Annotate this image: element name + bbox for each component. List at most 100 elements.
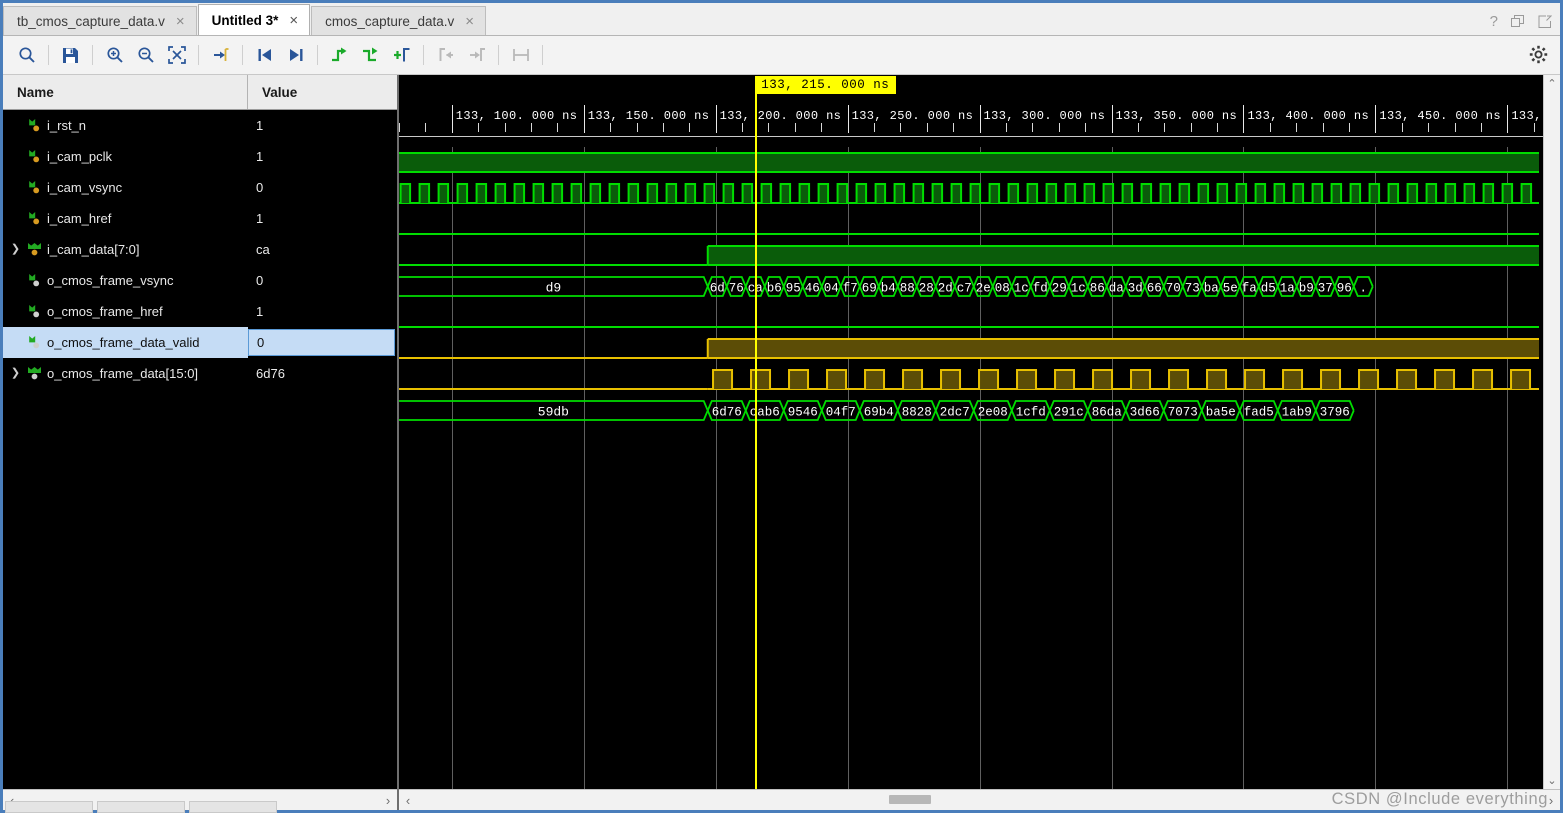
waveform-row-i_cam_data[interactable]: d96d76cab6954604f769b488282dc72e081cfd29… [399, 271, 1543, 302]
waveform-canvas[interactable]: d96d76cab6954604f769b488282dc72e081cfd29… [399, 147, 1543, 789]
add-divider-icon[interactable] [386, 40, 417, 70]
column-header-name[interactable]: Name [3, 75, 248, 109]
svg-text:46: 46 [805, 282, 820, 296]
save-icon[interactable] [55, 40, 86, 70]
waveform-row-i_cam_pclk[interactable] [399, 178, 1543, 209]
signal-type-icon [27, 335, 42, 351]
wave-scroll-right-arrow[interactable]: › [1542, 794, 1560, 807]
waveform-row-o_cmos_frame_data_valid[interactable] [399, 364, 1543, 395]
zoom-in-icon[interactable] [99, 40, 130, 70]
wave-scroll-left-arrow[interactable]: ‹ [399, 794, 417, 807]
waveform-vscrollbar[interactable]: ⌃ ⌄ [1543, 75, 1560, 789]
svg-text:73: 73 [1185, 282, 1200, 296]
tab-close-icon[interactable]: × [463, 14, 476, 29]
ruler-minor-tick [1454, 123, 1456, 132]
signal-row-o_cmos_frame_data[15:0][interactable]: ❯ o_cmos_frame_data[15:0] 6d76 [3, 358, 397, 389]
previous-marker-icon[interactable] [430, 40, 461, 70]
svg-text:9546: 9546 [788, 406, 818, 420]
signal-name-cell[interactable]: ❯i_cam_pclk [3, 141, 248, 172]
signal-value-cell[interactable]: 0 [248, 329, 395, 356]
scroll-down-arrow[interactable]: ⌄ [1547, 774, 1556, 787]
signal-value-cell[interactable]: 1 [248, 203, 397, 234]
signal-row-i_rst_n[interactable]: ❯i_rst_n1 [3, 110, 397, 141]
tab-close-icon[interactable]: × [287, 13, 300, 28]
next-transition-icon[interactable] [280, 40, 311, 70]
tab-close-icon[interactable]: × [174, 14, 187, 29]
waveform-row-o_cmos_frame_href[interactable] [399, 333, 1543, 364]
signal-row-o_cmos_frame_href[interactable]: ❯o_cmos_frame_href1 [3, 296, 397, 327]
float-button[interactable] [1511, 14, 1525, 29]
tab-1[interactable]: Untitled 3* × [197, 4, 311, 35]
zoom-out-icon[interactable] [130, 40, 161, 70]
zoom-fit-icon[interactable] [161, 40, 192, 70]
scroll-right-arrow[interactable]: › [379, 794, 397, 807]
ruler-minor-tick [530, 123, 532, 132]
previous-transition-icon[interactable] [249, 40, 280, 70]
tab-0[interactable]: tb_cmos_capture_data.v × [3, 6, 197, 35]
signal-row-o_cmos_frame_data_valid[interactable]: ❯o_cmos_frame_data_valid0 [3, 327, 397, 358]
signal-value-cell[interactable]: 1 [248, 110, 397, 141]
waveform-row-i_rst_n[interactable] [399, 147, 1543, 178]
svg-text:86: 86 [1090, 282, 1105, 296]
remove-marker-icon[interactable] [355, 40, 386, 70]
signal-value-cell[interactable]: 0 [248, 265, 397, 296]
signal-row-i_cam_href[interactable]: ❯i_cam_href1 [3, 203, 397, 234]
svg-text:3d66: 3d66 [1130, 406, 1160, 420]
expand-chevron-icon[interactable]: ❯ [9, 244, 22, 255]
signal-value-cell[interactable]: 0 [248, 172, 397, 203]
signal-value-cell[interactable]: 6d76 [248, 358, 397, 389]
ruler-minor-tick [1296, 123, 1298, 132]
search-icon[interactable] [11, 40, 42, 70]
signal-value-cell[interactable]: 1 [248, 141, 397, 172]
expand-chevron-icon[interactable]: ❯ [9, 368, 22, 379]
maximize-button[interactable] [1538, 15, 1552, 29]
svg-text:6d76: 6d76 [712, 406, 742, 420]
signal-value-cell[interactable]: 1 [248, 296, 397, 327]
time-ruler[interactable]: 133, 100. 000 ns 133, 150. 000 ns 133, 200… [399, 75, 1543, 147]
ruler-minor-tick [1349, 123, 1350, 132]
waveform-row-i_cam_href[interactable] [399, 240, 1543, 271]
gear-icon[interactable] [1529, 45, 1548, 69]
signal-name-cell[interactable]: ❯i_cam_href [3, 203, 248, 234]
tab-2[interactable]: cmos_capture_data.v × [311, 6, 486, 35]
help-button[interactable]: ? [1490, 13, 1498, 30]
signal-name-cell[interactable]: ❯o_cmos_frame_href [3, 296, 248, 327]
ruler-minor-tick [636, 123, 638, 132]
svg-text:1a: 1a [1280, 282, 1296, 296]
ruler-tick-label: 133, 400. 000 ns [1247, 109, 1370, 123]
svg-text:.: . [1359, 282, 1367, 296]
add-marker-icon[interactable] [324, 40, 355, 70]
signal-name-cell[interactable]: ❯ i_cam_data[7:0] [3, 234, 248, 265]
cursor-line[interactable] [755, 93, 758, 147]
signal-row-i_cam_data[7:0][interactable]: ❯ i_cam_data[7:0] ca [3, 234, 397, 265]
svg-text:d5: d5 [1261, 282, 1276, 296]
ruler-minor-tick [662, 123, 664, 132]
ruler-major-tick [583, 105, 585, 133]
signal-name-cell[interactable]: ❯i_cam_vsync [3, 172, 248, 203]
wave-scroll-thumb[interactable] [889, 795, 931, 804]
toolbar-separator [317, 45, 318, 65]
signal-name-cell[interactable]: ❯ o_cmos_frame_data[15:0] [3, 358, 248, 389]
svg-text:fad5: fad5 [1244, 406, 1274, 420]
signal-value-cell[interactable]: ca [248, 234, 397, 265]
measure-icon[interactable] [505, 40, 536, 70]
waveform-row-o_cmos_frame_data[interactable]: 59db 6d76 cab6 9546 04f7 69b4 8828 2dc7 2e08 1cfd… [399, 395, 1543, 426]
ruler-minor-tick [794, 123, 796, 132]
waveform-row-o_cmos_frame_vsync[interactable] [399, 302, 1543, 333]
signal-row-o_cmos_frame_vsync[interactable]: ❯o_cmos_frame_vsync0 [3, 265, 397, 296]
waveform-row-i_cam_vsync[interactable] [399, 209, 1543, 240]
signal-row-i_cam_pclk[interactable]: ❯i_cam_pclk1 [3, 141, 397, 172]
cursor-line-waveform[interactable] [755, 147, 758, 789]
signal-name-cell[interactable]: ❯o_cmos_frame_vsync [3, 265, 248, 296]
waveform-hscrollbar[interactable]: ‹ › CSDN @Include everything [399, 789, 1560, 810]
toolbar-separator [92, 45, 93, 65]
column-header-value[interactable]: Value [248, 75, 397, 109]
signal-name-cell[interactable]: ❯o_cmos_frame_data_valid [3, 327, 248, 358]
go-to-time-icon[interactable] [205, 40, 236, 70]
svg-text:fd: fd [1033, 282, 1048, 296]
signal-name-cell[interactable]: ❯i_rst_n [3, 110, 248, 141]
scroll-up-arrow[interactable]: ⌃ [1547, 77, 1556, 90]
next-marker-icon[interactable] [461, 40, 492, 70]
ruler-minor-tick [900, 123, 902, 132]
signal-row-i_cam_vsync[interactable]: ❯i_cam_vsync0 [3, 172, 397, 203]
